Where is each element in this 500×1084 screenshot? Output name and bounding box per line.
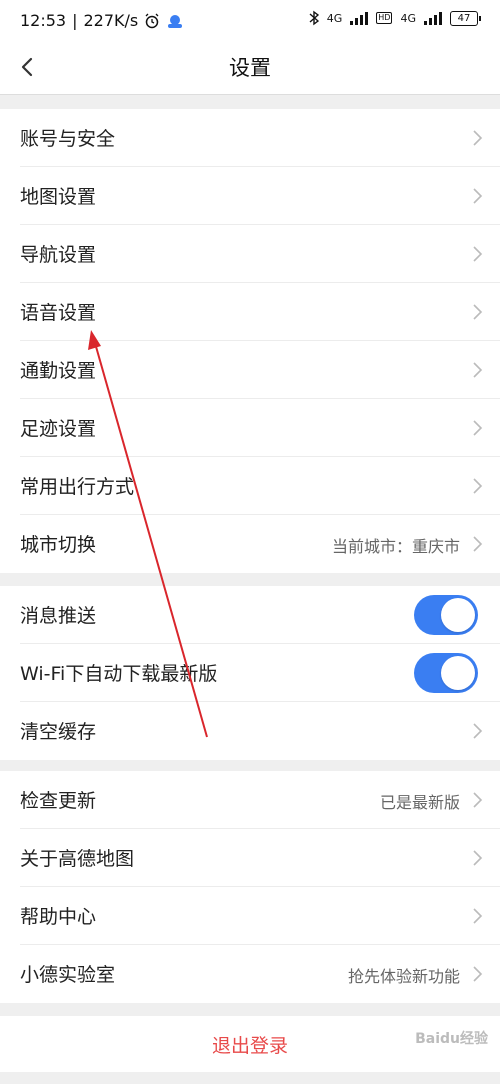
- alarm-icon: [145, 13, 159, 28]
- row-value: 已是最新版: [379, 793, 460, 812]
- bluetooth-icon: [309, 10, 319, 26]
- chevron-right-icon: [473, 188, 483, 204]
- row-value: 当前城市：重庆市: [331, 537, 460, 556]
- row-clear-cache[interactable]: 清空缓存: [0, 702, 500, 760]
- chevron-right-icon: [473, 130, 483, 146]
- chevron-right-icon: [473, 723, 483, 739]
- row-footprint-settings[interactable]: 足迹设置: [0, 399, 500, 457]
- chevron-right-icon: [473, 304, 483, 320]
- row-commute-settings[interactable]: 通勤设置: [0, 341, 500, 399]
- chevron-right-icon: [473, 420, 483, 436]
- row-label: 消息推送: [20, 605, 97, 627]
- row-label: Wi-Fi下自动下载最新版: [20, 663, 218, 685]
- nav-bar: 设置: [0, 42, 500, 95]
- row-label: 足迹设置: [20, 418, 97, 440]
- chevron-right-icon: [473, 536, 483, 552]
- row-check-update[interactable]: 检查更新 已是最新版: [0, 771, 500, 829]
- row-value: 抢先体验新功能: [347, 967, 460, 986]
- row-about[interactable]: 关于高德地图: [0, 829, 500, 887]
- network-type-1: 4G: [326, 11, 343, 25]
- chevron-right-icon: [473, 478, 483, 494]
- row-label: 账号与安全: [20, 128, 116, 150]
- chevron-right-icon: [473, 850, 483, 866]
- page-title: 设置: [229, 56, 271, 80]
- row-label: 城市切换: [20, 534, 97, 556]
- chevron-right-icon: [473, 246, 483, 262]
- row-label: 帮助中心: [20, 906, 97, 928]
- row-voice-settings[interactable]: 语音设置: [0, 283, 500, 341]
- app-notification-icon: [168, 14, 183, 28]
- row-travel-mode[interactable]: 常用出行方式: [0, 457, 500, 515]
- row-label: 常用出行方式: [20, 476, 135, 498]
- watermark-logo: Baidu经验: [415, 1031, 488, 1047]
- push-notifications-toggle[interactable]: [414, 595, 478, 635]
- chevron-right-icon: [473, 908, 483, 924]
- toggle-knob: [441, 598, 475, 632]
- signal-icon-2: [424, 11, 442, 25]
- row-account-security[interactable]: 账号与安全: [0, 109, 500, 167]
- wifi-auto-download-toggle[interactable]: [414, 653, 478, 693]
- network-type-2: 4G: [400, 11, 416, 25]
- battery-icon: 47: [450, 10, 481, 26]
- status-left: 12:53 | 227K/s: [20, 11, 184, 30]
- row-label: 小德实验室: [20, 964, 116, 986]
- status-time: 12:53: [20, 11, 67, 30]
- row-map-settings[interactable]: 地图设置: [0, 167, 500, 225]
- row-navigation-settings[interactable]: 导航设置: [0, 225, 500, 283]
- chevron-right-icon: [473, 966, 483, 982]
- row-label: 清空缓存: [20, 721, 97, 743]
- row-label: 地图设置: [20, 186, 97, 208]
- chevron-right-icon: [473, 362, 483, 378]
- status-bar: 12:53 | 227K/s 4G HD 4G 47: [0, 0, 500, 42]
- settings-group-download: 消息推送 Wi-Fi下自动下载最新版 清空缓存: [0, 586, 500, 760]
- row-push-notifications: 消息推送: [0, 586, 500, 644]
- row-wifi-auto-download: Wi-Fi下自动下载最新版: [0, 644, 500, 702]
- toggle-knob: [441, 656, 475, 690]
- signal-icon-1: [350, 11, 369, 25]
- row-label: 通勤设置: [20, 360, 97, 382]
- status-speed: 227K/s: [83, 11, 139, 30]
- row-label: 关于高德地图: [20, 848, 135, 870]
- row-label: 语音设置: [20, 302, 97, 324]
- row-label: 检查更新: [20, 790, 97, 812]
- row-label: 导航设置: [20, 244, 97, 266]
- hd-badge: HD: [376, 12, 393, 24]
- status-separator: |: [72, 11, 78, 30]
- settings-group-general: 账号与安全 地图设置 导航设置 语音设置 通勤设置 足迹设置 常用出行方式 城市…: [0, 109, 500, 573]
- settings-group-about: 检查更新 已是最新版 关于高德地图 帮助中心 小德实验室 抢先体验新功能: [0, 771, 500, 1003]
- status-right: 4G HD 4G 47: [309, 10, 481, 26]
- row-city-switch[interactable]: 城市切换 当前城市：重庆市: [0, 515, 500, 573]
- row-help-center[interactable]: 帮助中心: [0, 887, 500, 945]
- row-lab[interactable]: 小德实验室 抢先体验新功能: [0, 945, 500, 1003]
- chevron-right-icon: [473, 792, 483, 808]
